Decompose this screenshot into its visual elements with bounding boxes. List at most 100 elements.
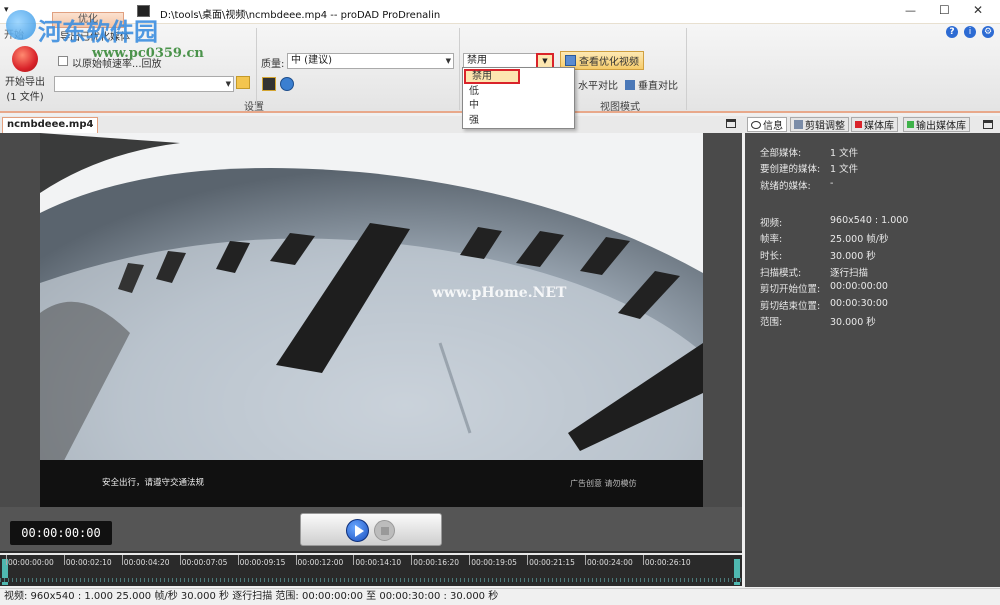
- timeline-label: 00:00:04:20: [123, 558, 170, 567]
- output-path-combo[interactable]: ▼: [54, 76, 234, 92]
- monitor-icon: [565, 55, 576, 66]
- dropdown-option[interactable]: 中: [463, 99, 574, 114]
- video-frame[interactable]: www.pHome.NET 安全出行，请遵守交通法规 广告创意 请勿模仿: [40, 133, 703, 507]
- video-viewport: www.pHome.NET 安全出行，请遵守交通法规 广告创意 请勿模仿: [0, 133, 742, 507]
- tab-video-file[interactable]: ncmbdeee.mp4: [2, 117, 99, 133]
- chevron-down-icon: ▼: [445, 57, 451, 65]
- clock-face-image: [40, 133, 703, 507]
- info-row: 剪切结束位置: 00:00:30:00: [760, 298, 888, 312]
- timeline-label: 00:00:00:00: [8, 558, 54, 567]
- transport-bar: 00:00:00:00: [0, 507, 742, 555]
- system-menu-icon[interactable]: ▾: [4, 5, 9, 15]
- group-divider: [459, 28, 460, 110]
- watermark-video-overlay: www.pHome.NET: [432, 285, 567, 301]
- start-export-button[interactable]: 开始导出 (1 文件): [2, 46, 48, 103]
- info-row: 帧率: 25.000 帧/秒: [760, 234, 889, 245]
- timeline-label: 00:00:19:05: [471, 558, 517, 567]
- info-row: 全部媒体: 1 文件: [760, 148, 859, 159]
- timeline-tick: [121, 555, 123, 565]
- dropdown-option[interactable]: 禁用: [464, 69, 520, 84]
- timeline-tick: [353, 555, 355, 565]
- info-row: 要创建的媒体: 1 文件: [760, 164, 859, 175]
- timeline-tick: [295, 555, 297, 565]
- timeline-tick: [179, 555, 181, 565]
- timecode-display: 00:00:00:00: [10, 521, 112, 545]
- video-subtitle-right: 广告创意 请勿模仿: [570, 479, 637, 488]
- timeline-tick: [63, 555, 65, 565]
- maximize-panel-icon[interactable]: [726, 119, 736, 128]
- horizontal-compare-button[interactable]: 水平对比: [578, 77, 618, 92]
- play-icon: [355, 525, 364, 537]
- document-tab-bar: ncmbdeee.mp4: [0, 116, 745, 133]
- tab-output-library[interactable]: 输出媒体库: [903, 117, 970, 132]
- timeline-tick: [411, 555, 413, 565]
- maximize-panel-icon[interactable]: [983, 120, 993, 129]
- timeline[interactable]: 00:00:00:00 00:00:02:10 00:00:04:20 00:00:0…: [0, 551, 742, 586]
- speech-bubble-icon: [751, 120, 761, 129]
- close-button[interactable]: ✕: [973, 3, 983, 17]
- green-square-icon: [907, 121, 914, 128]
- quality-combo[interactable]: 中 (建议) ▼: [287, 53, 454, 69]
- split-vertical-icon: [625, 79, 635, 90]
- timeline-label: 00:00:02:10: [65, 558, 112, 567]
- help-icon[interactable]: ?: [946, 26, 958, 38]
- timeline-tick: [237, 555, 239, 565]
- timeline-label: 00:00:16:20: [413, 558, 460, 567]
- group-view-mode-label: 视图模式: [600, 102, 640, 113]
- export-label-line1: 开始导出: [5, 77, 45, 88]
- timeline-tick: [642, 555, 644, 565]
- info-row: 扫描模式: 逐行扫描: [760, 268, 869, 279]
- timeline-tick: [6, 555, 7, 565]
- chevron-down-icon: ▼: [542, 57, 548, 65]
- playback-controls: [300, 513, 442, 546]
- watermark-logo-icon: [6, 10, 36, 40]
- stop-button[interactable]: [374, 520, 395, 541]
- info-row: 范围: 30.000 秒: [760, 317, 876, 328]
- info-row: 视频: 960x540 : 1.000: [760, 215, 909, 229]
- export-icon: [12, 46, 38, 72]
- app-window: ▾ D:\tools\桌面\视频\ncmbdeee.mp4 -- proDAD …: [0, 0, 1000, 605]
- tab-clip-adjust[interactable]: 剪辑调整: [790, 117, 849, 132]
- tab-info[interactable]: 信息: [747, 117, 787, 132]
- info-row: 剪切开始位置: 00:00:00:00: [760, 281, 888, 295]
- film-icon[interactable]: [262, 77, 276, 91]
- folder-icon[interactable]: [236, 76, 250, 89]
- globe-icon[interactable]: [280, 77, 294, 91]
- red-square-icon: [855, 121, 862, 128]
- timeline-label: 00:00:24:00: [587, 558, 633, 567]
- vertical-compare-button[interactable]: 垂直对比: [625, 77, 678, 92]
- info-panel: 信息 剪辑调整 媒体库 输出媒体库 全部媒体: 1 文件 要创建的媒体: 1 文件 …: [745, 116, 1000, 587]
- info-row: 就绪的媒体: -: [760, 178, 834, 192]
- info-row: 时长: 30.000 秒: [760, 251, 876, 262]
- video-subtitle-left: 安全出行，请遵守交通法规: [102, 478, 205, 488]
- dropdown-option[interactable]: 低: [463, 85, 574, 100]
- watermark-url: www.pc0359.cn: [92, 46, 204, 61]
- timeline-label: 00:00:21:15: [529, 558, 575, 567]
- status-bar: 视频: 960x540 : 1.000 25.000 帧/秒 30.000 秒 …: [0, 588, 1000, 605]
- timeline-tick: [585, 555, 586, 565]
- right-tab-bar: 信息 剪辑调整 媒体库 输出媒体库: [745, 116, 1000, 133]
- timeline-label: 00:00:09:15: [239, 558, 286, 567]
- group-divider: [256, 28, 257, 110]
- tab-media-library[interactable]: 媒体库: [851, 117, 898, 132]
- timeline-label: 00:00:26:10: [644, 558, 691, 567]
- maximize-button[interactable]: ☐: [939, 3, 950, 17]
- stop-icon: [381, 527, 389, 535]
- dropdown-option[interactable]: 强: [463, 114, 574, 129]
- timeline-label: 00:00:14:10: [355, 558, 402, 567]
- group-settings-label: 设置: [244, 102, 264, 113]
- settings-icon[interactable]: ⚙: [982, 26, 994, 38]
- minimize-button[interactable]: —: [905, 4, 916, 17]
- quality-label: 质量:: [261, 59, 285, 70]
- timeline-tick: [469, 555, 471, 565]
- info-icon[interactable]: i: [964, 26, 976, 38]
- tools-icon: [794, 120, 803, 129]
- framerate-checkbox[interactable]: [58, 56, 68, 66]
- timeline-minor-ticks: [0, 578, 742, 582]
- timeline-top-edge: [0, 553, 742, 555]
- group-divider: [686, 28, 687, 110]
- optimize-dropdown-list: 禁用 低 中 强: [462, 67, 575, 129]
- play-button[interactable]: [346, 519, 369, 542]
- timeline-label: 00:00:07:05: [181, 558, 228, 567]
- export-label-line2: (1 文件): [6, 92, 44, 103]
